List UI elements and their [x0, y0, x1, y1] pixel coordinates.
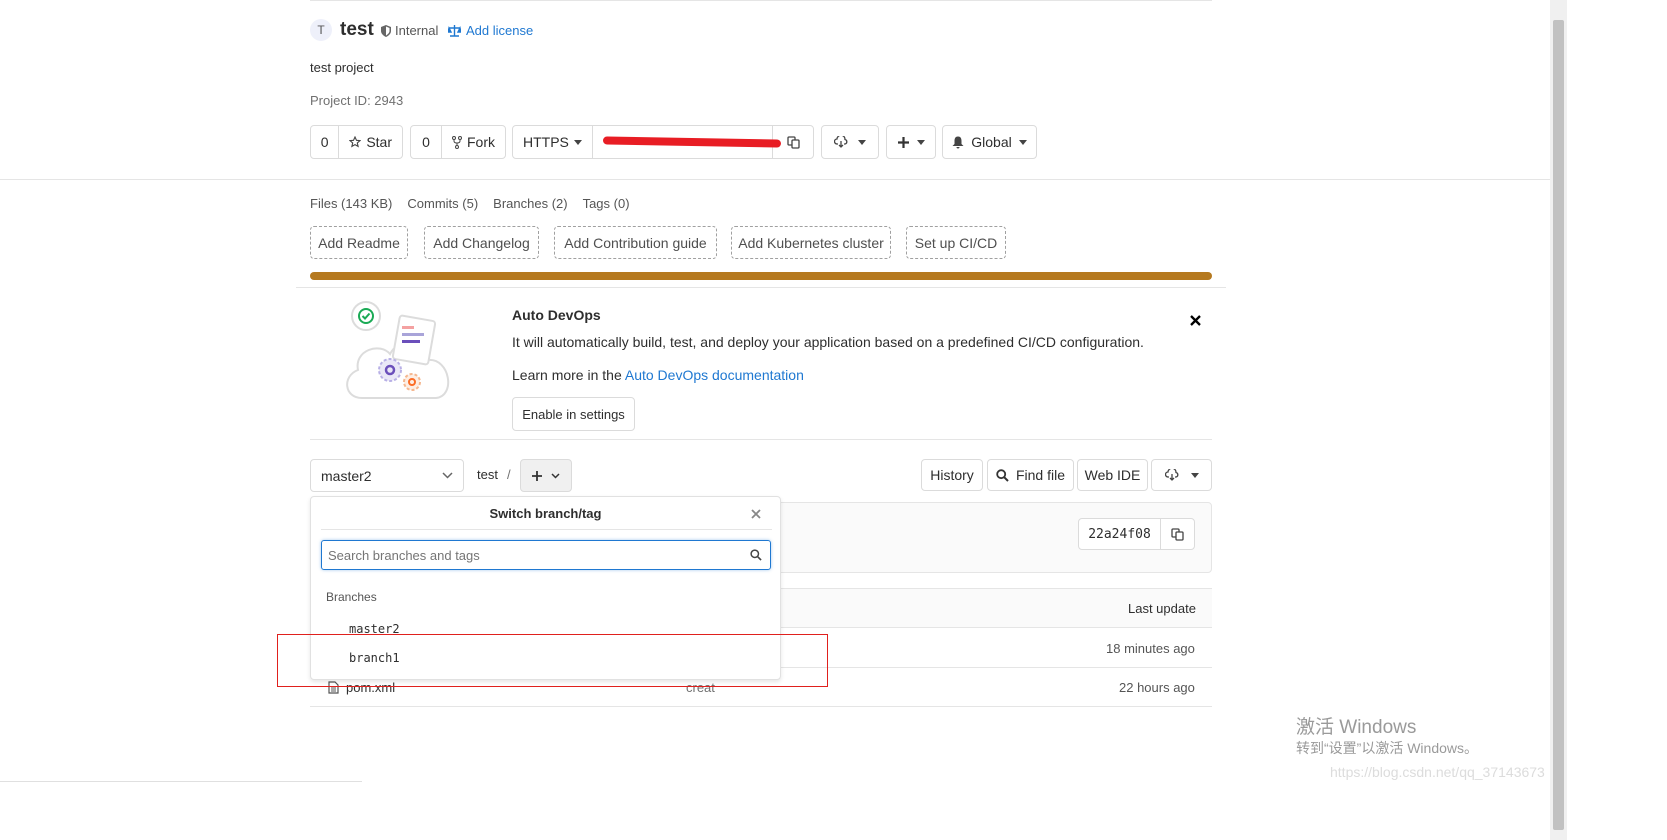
plus-icon [532, 470, 542, 481]
progress-bar [310, 272, 1212, 280]
add-changelog-button[interactable]: Add Changelog [424, 226, 539, 259]
add-readme-button[interactable]: Add Readme [310, 226, 408, 259]
header-divider [0, 179, 1550, 180]
breadcrumb: test / [477, 467, 511, 482]
enable-in-settings-button[interactable]: Enable in settings [512, 397, 635, 431]
clone-protocol-dropdown[interactable]: HTTPS [513, 126, 592, 158]
star-icon [349, 136, 362, 148]
download-cloud-icon [834, 136, 848, 148]
autodevops-docs-link[interactable]: Auto DevOps documentation [625, 367, 804, 383]
project-id: Project ID: 2943 [310, 93, 404, 108]
autodevops-title: Auto DevOps [512, 307, 601, 323]
add-dropdown[interactable] [886, 125, 936, 159]
branch-search-field[interactable] [321, 540, 771, 570]
source-url-watermark: https://blog.csdn.net/qq_37143673 [1330, 764, 1545, 780]
row-updated: 22 hours ago [1119, 680, 1195, 695]
download-dropdown[interactable] [821, 125, 879, 159]
autodevops-description: It will automatically build, test, and d… [512, 334, 1144, 350]
add-license-link[interactable]: Add license [448, 23, 533, 38]
branch-search-input[interactable] [322, 541, 732, 569]
autodevops-illustration [340, 298, 460, 406]
autodevops-learn-more: Learn more in the Auto DevOps documentat… [512, 367, 804, 383]
notification-dropdown[interactable]: Global [942, 125, 1037, 159]
commits-stat[interactable]: Commits (5) [407, 196, 478, 211]
copy-icon [787, 135, 800, 149]
repo-download-dropdown[interactable] [1151, 459, 1212, 491]
chevron-down-icon [573, 139, 582, 145]
add-kubernetes-cluster-button[interactable]: Add Kubernetes cluster [731, 226, 891, 259]
scale-icon [448, 24, 461, 37]
scrollbar-thumb[interactable] [1553, 20, 1564, 830]
clone-group[interactable]: HTTPS [512, 125, 814, 159]
dropdown-close-icon[interactable] [751, 509, 761, 519]
breadcrumb-separator: / [506, 467, 511, 482]
chevron-down-icon [1018, 139, 1027, 145]
fork-icon [452, 135, 462, 149]
visibility-badge: Internal [381, 23, 438, 38]
highlight-annotation-box [277, 634, 828, 687]
search-icon [996, 468, 1009, 482]
star-count: 0 [320, 134, 329, 150]
project-title: test [340, 19, 374, 40]
row-updated: 18 minutes ago [1106, 641, 1195, 656]
chevron-down-icon [551, 472, 560, 479]
activation-watermark-subtitle: 转到“设置”以激活 Windows。 [1296, 740, 1479, 756]
web-ide-button[interactable]: Web IDE [1077, 459, 1148, 491]
chevron-down-icon [1190, 472, 1199, 478]
chevron-down-icon [916, 139, 925, 145]
fork-label: Fork [467, 134, 495, 150]
activation-watermark-title: 激活 Windows [1296, 717, 1417, 738]
find-file-label: Find file [1015, 467, 1066, 483]
stats-bar: Files (143 KB) Commits (5) Branches (2) … [310, 196, 630, 211]
breadcrumb-root[interactable]: test [477, 467, 498, 482]
project-avatar: T [310, 19, 332, 41]
search-icon [750, 549, 762, 561]
add-contribution-guide-button[interactable]: Add Contribution guide [554, 226, 717, 259]
top-border [310, 0, 1212, 1]
add-file-dropdown[interactable] [520, 459, 572, 492]
copy-icon [1171, 527, 1184, 541]
find-file-button[interactable]: Find file [987, 459, 1074, 491]
clone-protocol-label: HTTPS [523, 134, 569, 150]
branch-selector[interactable]: master2 [310, 459, 464, 492]
fork-count: 0 [422, 134, 430, 150]
chevron-down-icon [858, 139, 866, 145]
section-divider [296, 287, 1226, 288]
files-stat[interactable]: Files (143 KB) [310, 196, 392, 211]
last-update-header: Last update [1128, 601, 1196, 616]
download-cloud-icon [1164, 469, 1178, 481]
branch-selector-label: master2 [321, 467, 372, 484]
redaction-mark [602, 136, 781, 148]
clone-url-input[interactable] [591, 126, 781, 158]
chevron-down-icon [442, 472, 453, 479]
project-description: test project [310, 60, 374, 75]
tags-stat[interactable]: Tags (0) [583, 196, 630, 211]
history-button[interactable]: History [921, 459, 983, 491]
banner-divider [310, 439, 1212, 440]
learn-more-prefix: Learn more in the [512, 367, 622, 383]
star-button-group[interactable]: 0 Star [310, 125, 403, 159]
plus-icon [897, 136, 909, 148]
commit-sha[interactable]: 22a24f08 [1078, 518, 1161, 550]
dropdown-title: Switch branch/tag [489, 506, 602, 521]
status-bar-edge [0, 781, 362, 782]
branches-section-label: Branches [326, 590, 377, 604]
fork-button[interactable]: Fork [441, 126, 505, 158]
dropdown-title-divider [321, 529, 772, 530]
bell-icon [952, 136, 964, 148]
add-license-label: Add license [466, 23, 534, 38]
branches-stat[interactable]: Branches (2) [493, 196, 567, 211]
notification-label: Global [971, 134, 1012, 150]
shield-icon [381, 24, 391, 37]
copy-sha-button[interactable] [1160, 518, 1195, 550]
avatar-letter: T [317, 23, 325, 37]
star-label: Star [366, 134, 392, 150]
fork-button-group[interactable]: 0 Fork [410, 125, 506, 159]
setup-cicd-button[interactable]: Set up CI/CD [906, 226, 1006, 259]
star-button[interactable]: Star [338, 126, 402, 158]
close-icon[interactable] [1190, 315, 1201, 326]
visibility-label: Internal [395, 23, 439, 38]
